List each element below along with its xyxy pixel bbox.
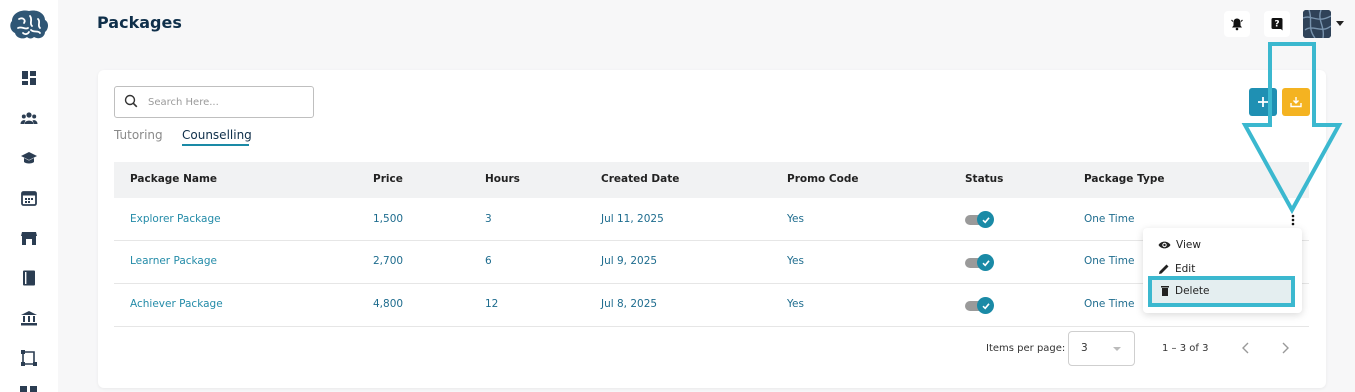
package-name-link[interactable]: Achiever Package — [130, 298, 223, 310]
price-cell: 1,500 — [373, 213, 404, 225]
created-date-cell: Jul 11, 2025 — [601, 213, 664, 225]
check-icon — [981, 302, 990, 309]
package-name-link[interactable]: Learner Package — [130, 255, 217, 267]
package-type-cell: One Time — [1084, 255, 1135, 267]
package-type-cell: One Time — [1084, 213, 1135, 225]
dashboard-icon[interactable] — [20, 69, 38, 87]
annotation-arrow-icon — [1241, 42, 1343, 215]
price-cell: 4,800 — [373, 298, 404, 310]
book-icon[interactable] — [20, 269, 38, 287]
items-per-page-select[interactable]: 3 — [1068, 331, 1135, 366]
promo-code-cell: Yes — [787, 298, 804, 310]
graduation-cap-icon[interactable] — [20, 149, 38, 167]
check-icon — [981, 216, 990, 223]
menu-item-edit[interactable]: Edit — [1158, 263, 1195, 275]
next-page-icon[interactable] — [1280, 342, 1290, 354]
column-header-status[interactable]: Status — [965, 173, 1003, 185]
workflow-icon[interactable] — [20, 349, 38, 367]
promo-code-cell: Yes — [787, 213, 804, 225]
hours-cell: 12 — [485, 298, 499, 310]
created-date-cell: Jul 8, 2025 — [601, 298, 658, 310]
search-icon — [124, 94, 138, 108]
search-box[interactable] — [114, 86, 314, 118]
hours-cell: 3 — [485, 213, 492, 225]
pagination-range: 1 – 3 of 3 — [1162, 343, 1209, 354]
check-icon — [981, 259, 990, 266]
menu-item-view[interactable]: View — [1158, 239, 1201, 251]
calendar-icon[interactable] — [20, 189, 38, 207]
previous-page-icon[interactable] — [1241, 342, 1251, 354]
menu-item-view-label: View — [1176, 239, 1201, 251]
search-input[interactable] — [146, 92, 310, 112]
eye-icon — [1158, 241, 1171, 249]
brain-logo-icon[interactable] — [8, 8, 50, 42]
items-per-page-value: 3 — [1081, 342, 1088, 354]
column-header-created-date[interactable]: Created Date — [601, 173, 679, 185]
column-header-price[interactable]: Price — [373, 173, 403, 185]
package-type-cell: One Time — [1084, 298, 1135, 310]
avatar[interactable] — [1303, 10, 1331, 38]
promo-code-cell: Yes — [787, 255, 804, 267]
users-icon[interactable] — [20, 109, 38, 127]
pencil-icon — [1159, 264, 1169, 274]
column-header-package-name[interactable]: Package Name — [130, 173, 217, 185]
status-toggle[interactable] — [965, 210, 995, 228]
help-icon: ? — [1271, 18, 1283, 31]
svg-text:?: ? — [1274, 20, 1279, 30]
hours-cell: 6 — [485, 255, 492, 267]
active-tab-indicator — [182, 144, 249, 146]
package-name-link[interactable]: Explorer Package — [130, 213, 221, 225]
more-nav-icon — [20, 386, 38, 392]
help-button[interactable]: ? — [1264, 11, 1290, 37]
created-date-cell: Jul 9, 2025 — [601, 255, 658, 267]
bank-icon[interactable] — [20, 309, 38, 327]
avatar-image — [1303, 10, 1331, 38]
column-header-hours[interactable]: Hours — [485, 173, 520, 185]
store-icon[interactable] — [20, 229, 38, 247]
page-title: Packages — [97, 13, 182, 32]
delete-highlight-box — [1148, 276, 1295, 307]
menu-item-edit-label: Edit — [1175, 263, 1196, 275]
notification-button[interactable] — [1224, 11, 1250, 37]
chevron-down-icon — [1113, 347, 1121, 351]
price-cell: 2,700 — [373, 255, 404, 267]
tab-tutoring[interactable]: Tutoring — [114, 128, 163, 142]
status-toggle[interactable] — [965, 253, 995, 271]
tab-counselling[interactable]: Counselling — [182, 128, 252, 142]
column-header-promo-code[interactable]: Promo Code — [787, 173, 858, 185]
account-menu-caret-icon[interactable] — [1336, 21, 1344, 26]
sidebar — [0, 0, 58, 392]
column-header-package-type[interactable]: Package Type — [1084, 173, 1164, 185]
bell-icon — [1231, 18, 1243, 31]
status-toggle[interactable] — [965, 296, 995, 314]
items-per-page-label: Items per page: — [986, 343, 1066, 354]
